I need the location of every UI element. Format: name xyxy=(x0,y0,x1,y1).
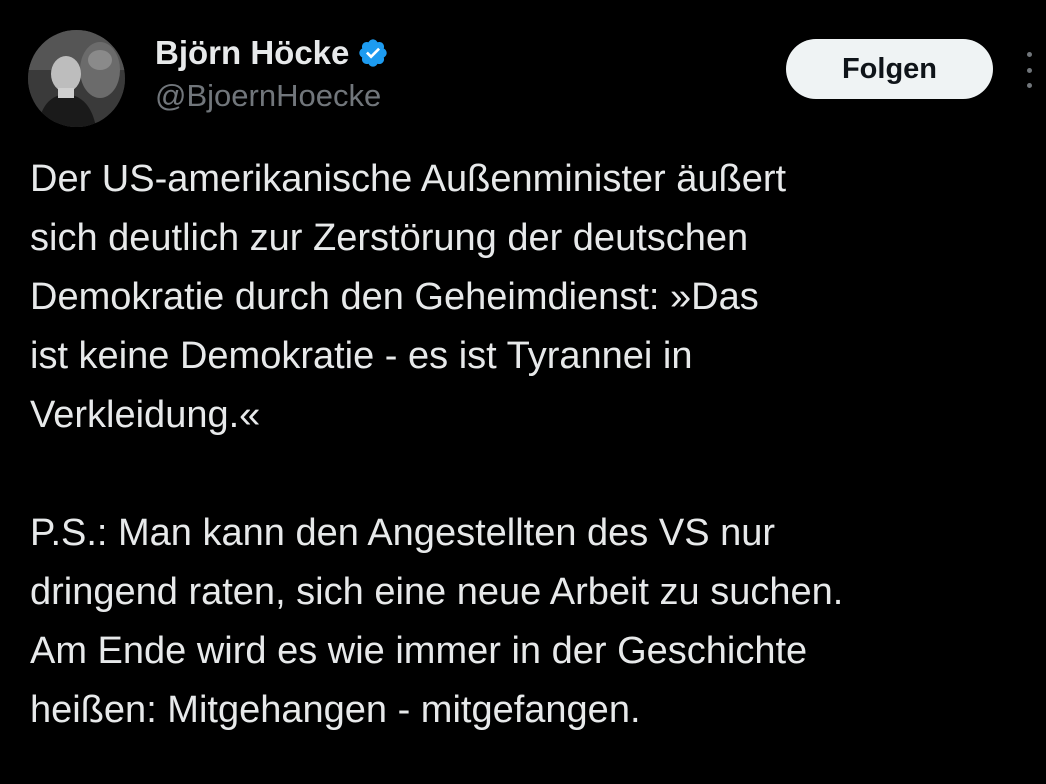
author-avatar[interactable] xyxy=(28,30,125,127)
tweet-line: P.S.: Man kann den Angestellten des VS n… xyxy=(30,512,776,554)
tweet-paragraph-1: Der US-amerikanische Außenminister äußer… xyxy=(30,150,1040,445)
tweet-line: Verkleidung.« xyxy=(30,394,261,436)
tweet-line: sich deutlich zur Zerstörung der deutsch… xyxy=(30,217,749,259)
author-handle[interactable]: @BjoernHoecke xyxy=(155,78,381,114)
tweet-line: Demokratie durch den Geheimdienst: »Das xyxy=(30,276,759,318)
verified-badge-icon xyxy=(357,37,389,69)
author-name-row[interactable]: Björn Höcke xyxy=(155,30,389,76)
tweet-line: dringend raten, sich eine neue Arbeit zu… xyxy=(30,571,844,613)
profile-photo-icon xyxy=(28,30,125,127)
more-dot xyxy=(1026,67,1032,73)
tweet-line: ist keine Demokratie - es ist Tyrannei i… xyxy=(30,335,693,377)
tweet-line: heißen: Mitgehangen - mitgefangen. xyxy=(30,689,641,731)
tweet-line: Der US-amerikanische Außenminister äußer… xyxy=(30,158,787,200)
more-dot xyxy=(1026,52,1032,57)
tweet-paragraph-2: P.S.: Man kann den Angestellten des VS n… xyxy=(30,504,1040,740)
tweet-line: Am Ende wird es wie immer in der Geschic… xyxy=(30,630,808,672)
tweet-card: Björn Höcke @BjoernHoecke Folgen Der US-… xyxy=(0,0,1046,784)
more-options-icon[interactable] xyxy=(1020,52,1038,88)
tweet-text: Der US-amerikanische Außenminister äußer… xyxy=(30,150,1040,740)
author-display-name[interactable]: Björn Höcke xyxy=(155,34,349,72)
more-dot xyxy=(1026,83,1032,88)
follow-button[interactable]: Folgen xyxy=(786,39,993,99)
